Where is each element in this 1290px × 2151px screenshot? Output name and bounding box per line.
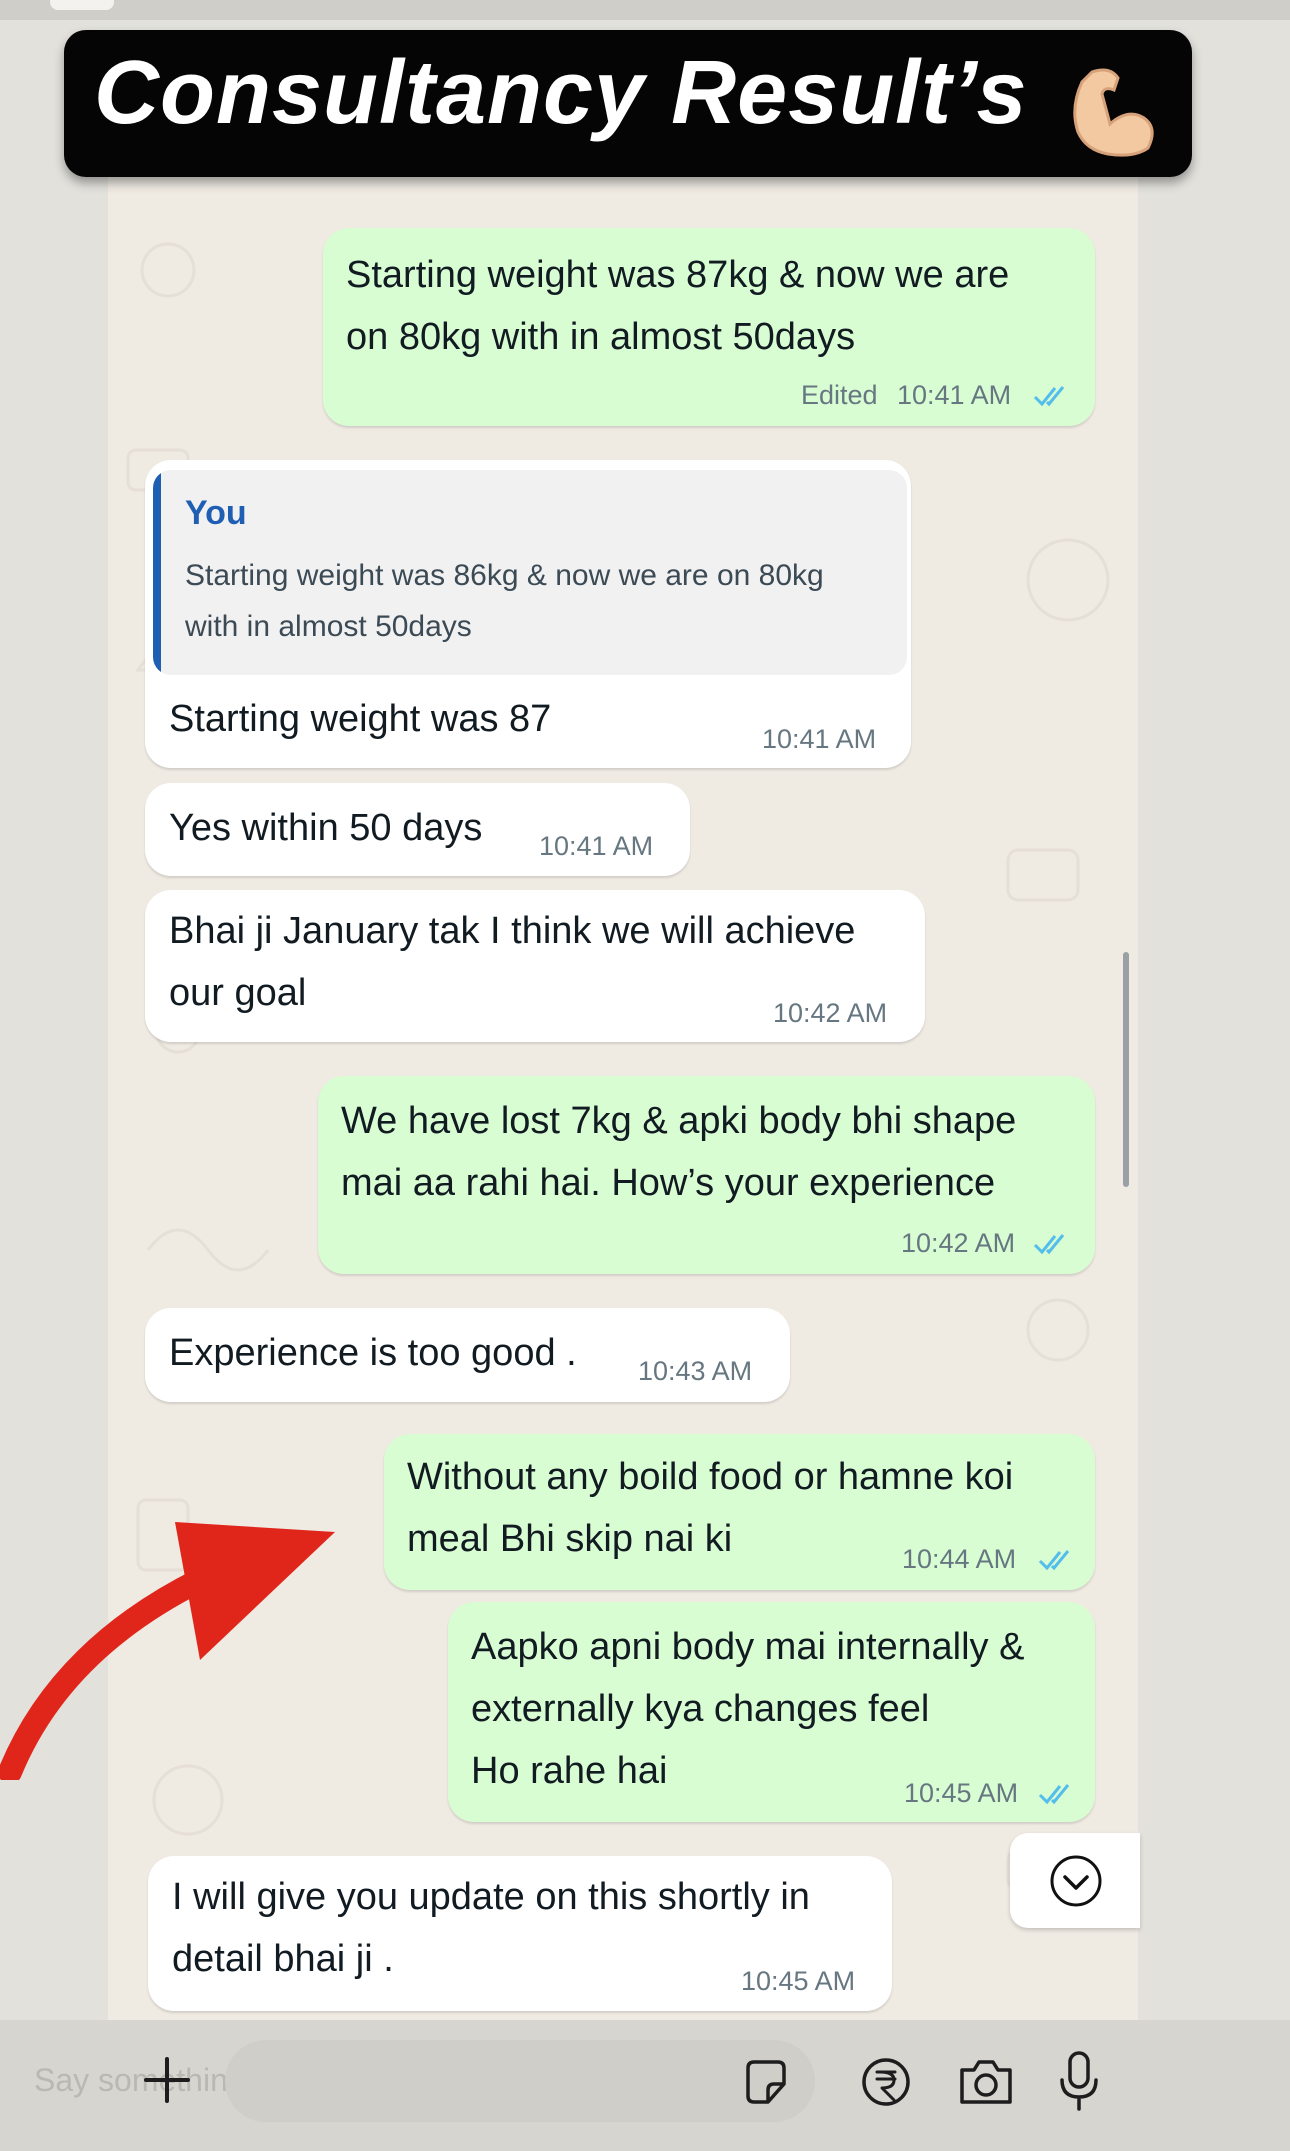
message-text: Starting weight was 87kg & now we are on… bbox=[346, 254, 1010, 358]
message-bubble-incoming[interactable]: Bhai ji January tak I think we will achi… bbox=[145, 890, 925, 1042]
message-time: 10:45 AM bbox=[904, 1778, 1019, 1808]
message-text: Yes within 50 days bbox=[169, 807, 483, 849]
double-check-icon bbox=[1033, 386, 1065, 407]
status-pill bbox=[50, 0, 114, 10]
message-bubble-outgoing[interactable]: We have lost 7kg & apki body bhi shape m… bbox=[318, 1076, 1095, 1274]
scroll-to-bottom-button[interactable] bbox=[1010, 1833, 1140, 1928]
message-bubble-incoming[interactable]: Yes within 50 days 10:41 AM bbox=[145, 783, 690, 876]
double-check-icon bbox=[1038, 1784, 1070, 1805]
message-text: We have lost 7kg & apki body bhi shape m… bbox=[341, 1100, 1017, 1204]
quoted-message[interactable]: You Starting weight was 86kg & now we ar… bbox=[153, 470, 907, 675]
rupee-icon[interactable] bbox=[860, 2056, 912, 2108]
message-time: 10:41 AM bbox=[897, 380, 1012, 410]
message-bubble-outgoing[interactable]: Without any boild food or hamne koi meal… bbox=[384, 1434, 1095, 1590]
message-bubble-incoming[interactable]: I will give you update on this shortly i… bbox=[148, 1856, 892, 2011]
plus-icon[interactable] bbox=[142, 2055, 192, 2105]
title-banner: Consultancy Result’s bbox=[64, 30, 1192, 177]
quote-text: Starting weight was 86kg & now we are on… bbox=[185, 559, 824, 643]
message-time: 10:43 AM bbox=[638, 1356, 753, 1386]
message-input[interactable] bbox=[225, 2040, 815, 2122]
message-time: 10:42 AM bbox=[773, 998, 888, 1028]
sticker-icon[interactable] bbox=[742, 2058, 790, 2106]
microphone-icon[interactable] bbox=[1057, 2050, 1101, 2112]
banner-title: Consultancy Result’s bbox=[94, 43, 1028, 143]
scroll-down-icon bbox=[1050, 1855, 1102, 1907]
message-time: 10:41 AM bbox=[762, 724, 877, 754]
message-time: 10:42 AM bbox=[901, 1228, 1016, 1258]
red-arrow-icon bbox=[0, 1522, 335, 1780]
quote-author: You bbox=[185, 494, 247, 532]
message-time: 10:41 AM bbox=[539, 831, 654, 861]
scrollbar[interactable] bbox=[1123, 952, 1129, 1187]
message-time: 10:45 AM bbox=[741, 1966, 856, 1996]
message-text: Aapko apni body mai internally & externa… bbox=[471, 1626, 1025, 1792]
message-bubble-incoming[interactable]: You Starting weight was 86kg & now we ar… bbox=[145, 460, 911, 768]
message-bubble-incoming[interactable]: Experience is too good . 10:43 AM bbox=[145, 1308, 790, 1402]
message-text: Starting weight was 87 bbox=[169, 698, 552, 740]
top-strip bbox=[0, 0, 1290, 20]
message-time: 10:44 AM bbox=[902, 1544, 1017, 1574]
quote-accent-bar bbox=[153, 470, 161, 675]
flexed-biceps-icon bbox=[1073, 68, 1154, 157]
message-text: Bhai ji January tak I think we will achi… bbox=[169, 910, 856, 1014]
message-text: I will give you update on this shortly i… bbox=[172, 1876, 810, 1980]
message-bubble-outgoing[interactable]: Aapko apni body mai internally & externa… bbox=[448, 1602, 1095, 1822]
edited-label: Edited bbox=[801, 380, 878, 410]
message-bubble-outgoing[interactable]: Starting weight was 87kg & now we are on… bbox=[323, 228, 1095, 426]
message-text: Experience is too good . bbox=[169, 1332, 577, 1374]
double-check-icon bbox=[1038, 1550, 1070, 1571]
camera-icon[interactable] bbox=[957, 2056, 1015, 2106]
double-check-icon bbox=[1033, 1234, 1065, 1255]
